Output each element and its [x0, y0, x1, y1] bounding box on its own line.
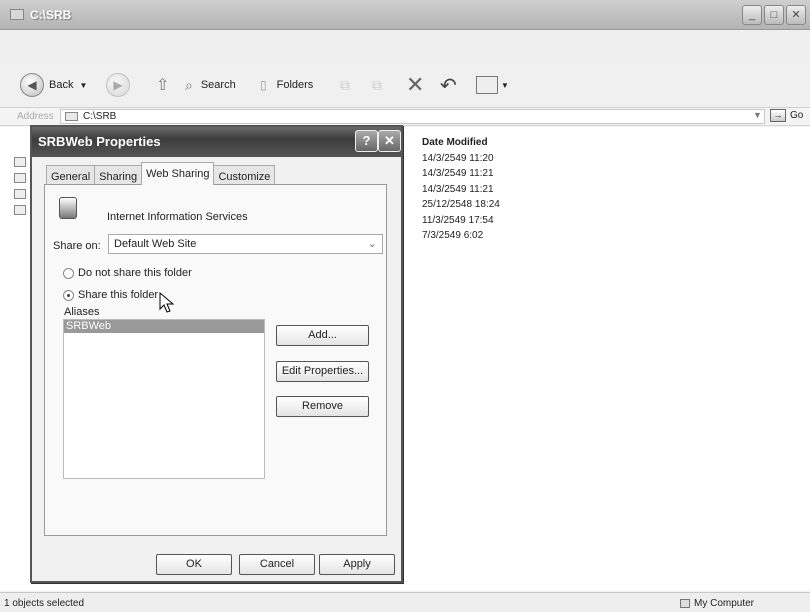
- share-on-value: Default Web Site: [114, 238, 197, 250]
- forward-arrow-icon: ▶: [106, 73, 130, 97]
- apply-button[interactable]: Apply: [319, 554, 395, 575]
- search-label: Search: [200, 79, 236, 91]
- move-to-button[interactable]: ⧉: [340, 72, 350, 98]
- chevron-down-icon: ⌄: [367, 238, 377, 250]
- dialog-title-bar[interactable]: SRBWeb Properties ? ✕: [32, 127, 401, 157]
- column-header-date-modified[interactable]: Date Modified: [422, 135, 500, 151]
- ok-button[interactable]: OK: [156, 554, 232, 575]
- move-icon: ⧉: [340, 76, 350, 93]
- address-input[interactable]: C:\SRB: [60, 109, 765, 124]
- go-label: Go: [790, 110, 804, 121]
- address-label: Address: [17, 111, 54, 122]
- forward-button[interactable]: ▶: [106, 72, 130, 98]
- up-folder-button[interactable]: ⇧: [156, 72, 169, 98]
- date-modified-column: Date Modified 14/3/2549 11:20 14/3/2549 …: [422, 135, 500, 244]
- toolbar: ◀ Back ▼ ▶ ⇧ ⌕ Search ▯ Folders ⧉ ⧉ ✕ ↶ …: [0, 62, 810, 108]
- list-item-date[interactable]: 14/3/2549 11:20: [422, 151, 500, 167]
- dropdown-arrow-icon: ▼: [79, 80, 88, 90]
- folders-button[interactable]: ▯ Folders: [260, 72, 313, 98]
- views-dropdown-icon: ▼: [501, 80, 509, 90]
- explorer-title-bar[interactable]: C:\SRB _ □ ✕: [0, 0, 810, 30]
- radio-do-not-share[interactable]: Do not share this folder: [63, 267, 192, 279]
- status-location-label: My Computer: [694, 598, 755, 609]
- explorer-title: C:\SRB: [30, 8, 72, 22]
- back-arrow-icon: ◀: [20, 73, 44, 97]
- undo-icon: ↶: [440, 74, 457, 97]
- close-button[interactable]: ✕: [786, 5, 806, 25]
- delete-x-icon: ✕: [406, 72, 425, 97]
- add-button[interactable]: Add...: [276, 325, 369, 346]
- remove-button[interactable]: Remove: [276, 396, 369, 417]
- radio-do-not-share-label: Do not share this folder: [78, 267, 192, 279]
- maximize-button[interactable]: □: [764, 5, 784, 25]
- aliases-list[interactable]: SRBWeb: [63, 319, 265, 479]
- my-computer-icon: [680, 599, 690, 608]
- list-item[interactable]: SRBWeb: [64, 320, 264, 333]
- minimize-button[interactable]: _: [742, 5, 762, 25]
- edit-properties-button[interactable]: Edit Properties...: [276, 361, 369, 382]
- radio-share-label: Share this folder: [78, 289, 159, 301]
- iis-server-icon: [59, 197, 77, 219]
- service-label: Internet Information Services: [107, 211, 248, 223]
- list-item-date[interactable]: 25/12/2548 18:24: [422, 197, 500, 213]
- undo-button[interactable]: ↶: [440, 72, 457, 98]
- folders-label: Folders: [276, 79, 314, 91]
- list-item-date[interactable]: 7/3/2549 6:02: [422, 228, 500, 244]
- folder-icon: [10, 9, 24, 20]
- search-button[interactable]: ⌕ Search: [185, 72, 236, 98]
- dialog-tabs: General Sharing Web Sharing Customize: [46, 162, 276, 185]
- tab-customize[interactable]: Customize: [213, 165, 276, 185]
- properties-dialog: SRBWeb Properties ? ✕ General Sharing We…: [30, 125, 403, 583]
- menu-bar: [0, 30, 810, 60]
- help-button[interactable]: ?: [355, 130, 378, 152]
- go-button[interactable]: → Go: [770, 109, 803, 122]
- views-icon: [476, 76, 498, 94]
- folders-icon: ▯: [260, 78, 267, 92]
- go-arrow-icon: →: [770, 109, 786, 122]
- file-icon: [14, 189, 26, 199]
- radio-button-unselected[interactable]: [63, 267, 74, 279]
- tab-web-sharing[interactable]: Web Sharing: [141, 162, 215, 185]
- folder-icon: [65, 112, 78, 121]
- list-item-date[interactable]: 14/3/2549 11:21: [422, 182, 500, 198]
- back-button[interactable]: ◀ Back ▼: [20, 72, 87, 98]
- status-location: My Computer: [680, 598, 754, 609]
- delete-button[interactable]: ✕: [406, 72, 424, 98]
- file-icon: [14, 173, 26, 183]
- up-arrow-icon: ⇧: [156, 77, 170, 94]
- file-icon: [14, 205, 26, 215]
- list-item-date[interactable]: 11/3/2549 17:54: [422, 213, 500, 229]
- status-bar: 1 objects selected My Computer: [0, 592, 810, 612]
- copy-to-button[interactable]: ⧉: [372, 72, 382, 98]
- radio-share[interactable]: Share this folder: [63, 289, 158, 301]
- list-item-date[interactable]: 14/3/2549 11:21: [422, 166, 500, 182]
- tab-general[interactable]: General: [46, 165, 96, 185]
- radio-button-selected[interactable]: [63, 289, 74, 301]
- dialog-title: SRBWeb Properties: [38, 134, 161, 149]
- copy-icon: ⧉: [372, 76, 382, 93]
- address-dropdown-icon[interactable]: ▼: [753, 110, 762, 120]
- back-label: Back: [49, 79, 74, 91]
- cancel-button[interactable]: Cancel: [239, 554, 315, 575]
- views-button[interactable]: ▼: [476, 72, 509, 98]
- search-icon: ⌕: [185, 76, 193, 93]
- web-sharing-panel: Internet Information Services Share on: …: [44, 184, 387, 536]
- tab-sharing[interactable]: Sharing: [94, 165, 143, 185]
- mouse-cursor-icon: [159, 292, 175, 313]
- file-icon: [14, 157, 26, 167]
- share-on-select[interactable]: Default Web Site ⌄: [108, 234, 383, 254]
- status-selection: 1 objects selected: [4, 598, 85, 609]
- aliases-label: Aliases: [64, 306, 100, 318]
- address-value: C:\SRB: [83, 111, 117, 122]
- left-icons: [14, 157, 30, 257]
- share-on-label: Share on:: [53, 240, 101, 252]
- address-bar: Address C:\SRB ▼ → Go: [0, 108, 810, 126]
- dialog-close-button[interactable]: ✕: [378, 130, 401, 152]
